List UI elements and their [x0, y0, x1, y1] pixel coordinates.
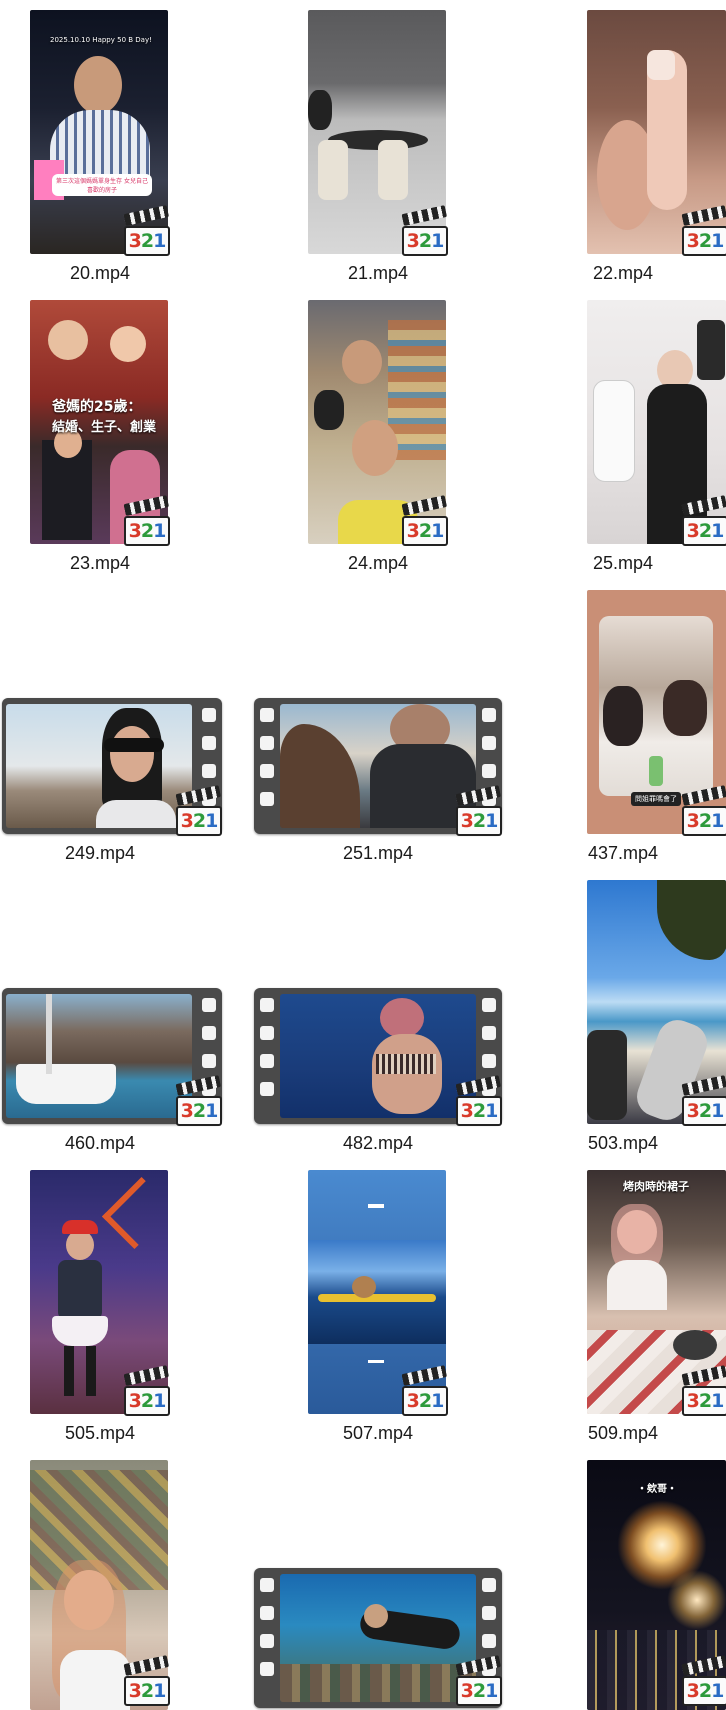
video-title: 烤肉時的裙子	[623, 1180, 689, 1193]
media-player-classic-icon: 321	[681, 495, 726, 548]
media-player-classic-icon: 321	[401, 495, 450, 548]
media-player-classic-icon: 321	[401, 205, 450, 258]
file-name[interactable]: 23.mp4	[0, 553, 200, 574]
file-item-row6-c[interactable]: ・欸哥・ 321	[560, 1450, 726, 1710]
media-player-classic-icon: 321	[681, 205, 726, 258]
media-player-classic-icon: 321	[175, 1075, 224, 1128]
media-player-classic-icon: 321	[681, 785, 726, 838]
file-item-25[interactable]: 321 25.mp4	[560, 290, 726, 580]
media-player-classic-icon: 321	[123, 495, 172, 548]
file-item-503[interactable]: 321 503.mp4	[560, 870, 726, 1160]
file-name[interactable]: 437.mp4	[558, 843, 688, 864]
file-name[interactable]: 20.mp4	[0, 263, 200, 284]
file-name[interactable]: 460.mp4	[0, 1133, 200, 1154]
file-item-509[interactable]: 烤肉時的裙子 321 509.mp4	[560, 1160, 726, 1450]
file-item-23[interactable]: 爸媽的25歲： 結婚、生子、創業 321 23.mp4	[0, 290, 200, 580]
file-item-249[interactable]: 321 249.mp4	[0, 580, 226, 870]
file-name[interactable]: 251.mp4	[278, 843, 478, 864]
media-player-classic-icon: 321	[455, 1075, 504, 1128]
file-name[interactable]: 507.mp4	[278, 1423, 478, 1444]
file-item-20[interactable]: 2025.10.10 Happy 50 B Day! 第三次這個媽媽單身生存 女…	[0, 0, 200, 290]
video-caption: 2025.10.10 Happy 50 B Day!	[50, 36, 152, 44]
file-item-505[interactable]: 321 505.mp4	[0, 1160, 200, 1450]
video-caption: ・欸哥・	[637, 1484, 677, 1495]
media-player-classic-icon: 321	[455, 785, 504, 838]
caption-sticker: 第三次這個媽媽單身生存 女兒自己喜歡的房子	[52, 174, 152, 196]
file-item-22[interactable]: 321 22.mp4	[560, 0, 726, 290]
media-player-classic-icon: 321	[175, 785, 224, 838]
media-player-classic-icon: 321	[401, 1365, 450, 1418]
media-player-classic-icon: 321	[455, 1655, 504, 1708]
media-player-classic-icon: 321	[681, 1365, 726, 1418]
file-item-251[interactable]: 321 251.mp4	[252, 580, 502, 870]
file-item-row6-b[interactable]: 321	[252, 1450, 502, 1710]
file-item-24[interactable]: 321 24.mp4	[282, 290, 482, 580]
file-name[interactable]: 249.mp4	[0, 843, 200, 864]
file-item-460[interactable]: 321 460.mp4	[0, 870, 226, 1160]
file-name[interactable]: 509.mp4	[558, 1423, 688, 1444]
file-name[interactable]: 21.mp4	[278, 263, 478, 284]
video-title: 爸媽的25歲：	[52, 399, 142, 415]
file-name[interactable]: 503.mp4	[558, 1133, 688, 1154]
media-player-classic-icon: 321	[123, 1655, 172, 1708]
file-grid: 2025.10.10 Happy 50 B Day! 第三次這個媽媽單身生存 女…	[0, 0, 726, 1710]
file-name[interactable]: 22.mp4	[558, 263, 688, 284]
file-item-437[interactable]: 問姐罪嗎會了 321 437.mp4	[560, 580, 726, 870]
caption-sticker: 問姐罪嗎會了	[631, 792, 681, 806]
file-name[interactable]: 24.mp4	[278, 553, 478, 574]
file-item-21[interactable]: 321 21.mp4	[282, 0, 482, 290]
file-item-507[interactable]: 321 507.mp4	[282, 1160, 482, 1450]
media-player-classic-icon: 321	[681, 1075, 726, 1128]
media-player-classic-icon: 321	[123, 205, 172, 258]
file-item-482[interactable]: 321 482.mp4	[252, 870, 502, 1160]
file-item-row6-a[interactable]: 321	[0, 1450, 200, 1710]
video-subtitle: 結婚、生子、創業	[52, 420, 157, 435]
file-name[interactable]: 505.mp4	[0, 1423, 200, 1444]
file-name[interactable]: 482.mp4	[278, 1133, 478, 1154]
media-player-classic-icon: 321	[123, 1365, 172, 1418]
file-name[interactable]: 25.mp4	[558, 553, 688, 574]
media-player-classic-icon: 321	[681, 1655, 726, 1708]
